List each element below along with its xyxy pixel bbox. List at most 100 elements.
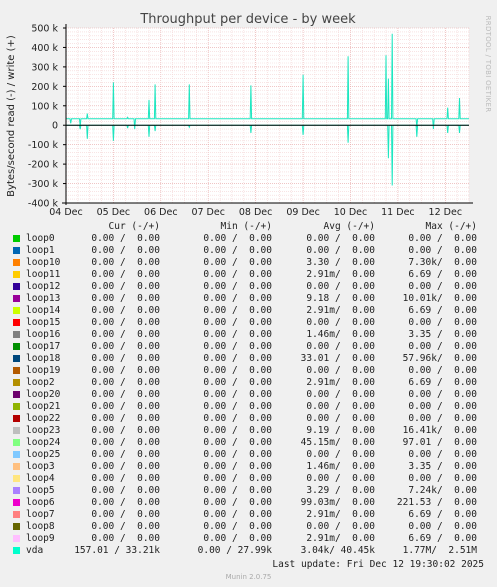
max-value: 16.41k/ 0.00 [402,425,477,436]
cur-value: 0.00 / 0.00 [91,245,160,256]
avg-value: 9.19 / 0.00 [306,425,375,436]
legend-row: loop16 0.00 / 0.00 0.00 / 0.00 1.46m/ 0.00 3… [0,329,497,341]
max-value: 6.69 / 0.00 [408,377,477,388]
series-name: loop13 [26,293,61,304]
legend-row: loop5 0.00 / 0.00 0.00 / 0.00 3.29 / 0.00 7.… [0,485,497,497]
min-value: 0.00 / 0.00 [203,365,272,376]
cur-value: 0.00 / 0.00 [91,305,160,316]
x-tick-label: 06 Dec [144,207,178,218]
series-color-swatch [13,523,20,530]
avg-value: 0.00 / 0.00 [306,233,375,244]
series-color-swatch [13,295,20,302]
series-name: loop25 [26,449,61,460]
max-value: 221.53 / 0.00 [396,497,477,508]
min-value: 0.00 / 0.00 [203,449,272,460]
series-color-swatch [13,475,20,482]
avg-value: 3.30 / 0.00 [306,257,375,268]
avg-value: 2.91m/ 0.00 [306,305,375,316]
legend-row: loop9 0.00 / 0.00 0.00 / 0.00 2.91m/ 0.00 6.… [0,533,497,545]
series-name: loop17 [26,341,61,352]
series-color-swatch [13,439,20,446]
cur-value: 0.00 / 0.00 [91,461,160,472]
avg-value: 1.46m/ 0.00 [306,329,375,340]
avg-value: 0.00 / 0.00 [306,389,375,400]
x-tick-label: 10 Dec [334,207,368,218]
min-value: 0.00 / 0.00 [203,509,272,520]
y-tick-label: 300 k [31,62,58,73]
legend-row: loop14 0.00 / 0.00 0.00 / 0.00 2.91m/ 0.00 6… [0,305,497,317]
min-value: 0.00 / 0.00 [203,425,272,436]
series-color-swatch [13,415,20,422]
min-value: 0.00 / 0.00 [203,233,272,244]
min-value: 0.00 / 0.00 [203,329,272,340]
series-color-swatch [13,235,20,242]
series-color-swatch [13,331,20,338]
avg-value: 0.00 / 0.00 [306,341,375,352]
y-ticks: 500 k 400 k 300 k 200 k 100 k 0 -100 k -200 k -3… [28,24,66,210]
cur-value: 0.00 / 0.00 [91,521,160,532]
min-value: 0.00 / 0.00 [203,401,272,412]
avg-value: 1.46m/ 0.00 [306,461,375,472]
munin-version: Munin 2.0.75 [225,573,272,581]
legend-header: Cur (-/+) Min (-/+) Avg (-/+) Max (-/+) [0,221,497,233]
series-name: vda [26,545,44,556]
series-color-swatch [13,427,20,434]
avg-value: 0.00 / 0.00 [306,449,375,460]
legend-row: loop7 0.00 / 0.00 0.00 / 0.00 2.91m/ 0.00 6.… [0,509,497,521]
max-value: 10.01k/ 0.00 [402,293,477,304]
max-value: 0.00 / 0.00 [408,245,477,256]
legend-row: loop11 0.00 / 0.00 0.00 / 0.00 2.91m/ 0.00 6… [0,269,497,281]
header-cur: Cur (-/+) [108,221,160,232]
avg-value: 0.00 / 0.00 [306,317,375,328]
max-value: 0.00 / 0.00 [408,473,477,484]
y-tick-label: 200 k [31,82,58,93]
avg-value: 3.29 / 0.00 [306,485,375,496]
series-name: loop22 [26,413,61,424]
header-min: Min (-/+) [220,221,272,232]
max-value: 6.69 / 0.00 [408,509,477,520]
avg-value: 2.91m/ 0.00 [306,269,375,280]
cur-value: 0.00 / 0.00 [91,353,160,364]
series-name: loop18 [26,353,61,364]
series-color-swatch [13,307,20,314]
series-color-swatch [13,355,20,362]
cur-value: 0.00 / 0.00 [91,413,160,424]
avg-value: 0.00 / 0.00 [306,413,375,424]
header-max: Max (-/+) [425,221,477,232]
legend-row: loop21 0.00 / 0.00 0.00 / 0.00 0.00 / 0.00 0… [0,401,497,413]
avg-value: 2.91m/ 0.00 [306,509,375,520]
last-update: Last update: Fri Dec 12 19:30:02 2025 [272,559,484,570]
legend-row: loop12 0.00 / 0.00 0.00 / 0.00 0.00 / 0.00 0… [0,281,497,293]
cur-value: 0.00 / 0.00 [91,497,160,508]
series-color-swatch [13,511,20,518]
series-name: loop20 [26,389,61,400]
legend-row: loop1 0.00 / 0.00 0.00 / 0.00 0.00 / 0.00 0.… [0,245,497,257]
legend-row: loop20 0.00 / 0.00 0.00 / 0.00 0.00 / 0.00 0… [0,389,497,401]
legend-row: loop13 0.00 / 0.00 0.00 / 0.00 9.18 / 0.00 1… [0,293,497,305]
series-name: loop15 [26,317,61,328]
series-color-swatch [13,367,20,374]
series-color-swatch [13,499,20,506]
max-value: 7.30k/ 0.00 [408,257,477,268]
max-value: 7.24k/ 0.00 [408,485,477,496]
legend-row: loop19 0.00 / 0.00 0.00 / 0.00 0.00 / 0.00 0… [0,365,497,377]
cur-value: 0.00 / 0.00 [91,389,160,400]
max-value: 6.69 / 0.00 [408,533,477,544]
throughput-chart: Throughput per device - by week Bytes/se… [6,12,492,218]
series-color-swatch [13,391,20,398]
legend-row: loop24 0.00 / 0.00 0.00 / 0.00 45.15m/ 0.00… [0,437,497,449]
avg-value: 2.91m/ 0.00 [306,533,375,544]
min-value: 0.00 / 0.00 [203,257,272,268]
x-tick-label: 11 Dec [381,207,415,218]
y-tick-label: -300 k [28,179,59,190]
series-color-swatch [13,247,20,254]
y-tick-label: 100 k [31,101,58,112]
legend-row: loop17 0.00 / 0.00 0.00 / 0.00 0.00 / 0.00 0… [0,341,497,353]
cur-value: 157.01 / 33.21k [74,545,160,556]
legend-row: loop8 0.00 / 0.00 0.00 / 0.00 0.00 / 0.00 0.… [0,521,497,533]
avg-value: 2.91m/ 0.00 [306,377,375,388]
legend-row: loop25 0.00 / 0.00 0.00 / 0.00 0.00 / 0.00 0… [0,449,497,461]
series-name: loop5 [26,485,55,496]
max-value: 0.00 / 0.00 [408,233,477,244]
cur-value: 0.00 / 0.00 [91,425,160,436]
